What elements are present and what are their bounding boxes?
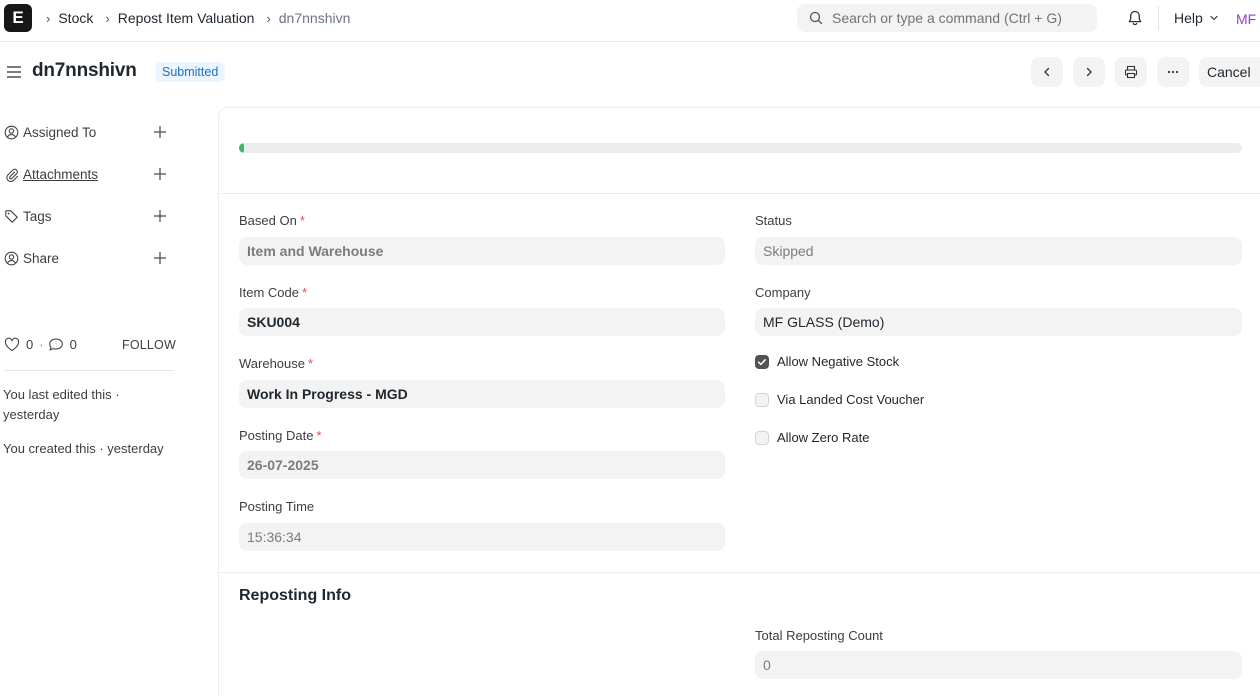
activity-last-edited: You last edited this · yesterday <box>3 387 120 422</box>
app-logo[interactable]: E <box>4 4 32 32</box>
allow-negative-stock-label: Allow Negative Stock <box>777 354 900 369</box>
help-dropdown[interactable]: Help <box>1174 10 1219 26</box>
total-reposting-count-label: Total Reposting Count <box>755 628 883 643</box>
notifications-bell-icon[interactable] <box>1126 9 1144 30</box>
navbar-divider <box>1158 6 1159 30</box>
share-user-icon <box>4 251 19 265</box>
sidebar-item-label: Tags <box>23 208 52 224</box>
chevron-right-icon: › <box>46 10 51 26</box>
sidebar-divider <box>4 370 174 371</box>
breadcrumb-repost-item-valuation[interactable]: Repost Item Valuation <box>118 10 255 26</box>
item-code-label: Item Code * <box>239 285 308 300</box>
sidebar-item-label: Share <box>23 250 60 266</box>
chevron-down-icon <box>1210 15 1218 21</box>
sidebar-toggle-icon[interactable] <box>6 64 22 83</box>
allow-zero-rate-checkbox[interactable] <box>755 431 769 445</box>
warehouse-field[interactable]: Work In Progress - MGD <box>239 380 725 408</box>
tag-icon <box>5 209 18 223</box>
social-stats: 0 · 0 <box>4 337 83 352</box>
heart-icon[interactable] <box>4 337 20 352</box>
item-code-field[interactable]: SKU004 <box>239 308 725 336</box>
allow-zero-rate-label: Allow Zero Rate <box>777 430 870 445</box>
comments-count: 0 <box>69 337 77 352</box>
add-attachment-plus-icon[interactable] <box>152 166 168 182</box>
cancel-button[interactable]: Cancel <box>1199 57 1260 87</box>
breadcrumb-current[interactable]: dn7nnshivn <box>279 10 351 26</box>
help-label: Help <box>1174 10 1203 26</box>
search-input[interactable]: Search or type a command (Ctrl + G) <box>797 4 1097 32</box>
paperclip-icon <box>6 168 19 182</box>
status-badge: Submitted <box>155 62 226 82</box>
checkmark-icon <box>757 359 766 366</box>
search-icon <box>809 11 823 25</box>
based-on-label: Based On * <box>239 213 305 228</box>
follow-button[interactable]: FOLLOW <box>122 338 176 352</box>
chevron-right-icon: › <box>105 10 110 26</box>
chevron-left-icon <box>1044 67 1050 77</box>
navbar: E › Stock › Repost Item Valuation › dn7n… <box>0 0 1260 42</box>
posting-time-label: Posting Time <box>239 499 315 514</box>
via-landed-cost-voucher-checkbox[interactable] <box>755 393 769 407</box>
posting-date-field[interactable]: 26-07-2025 <box>239 451 725 479</box>
section-title-reposting-info[interactable]: Reposting Info <box>239 587 351 605</box>
breadcrumb-stock[interactable]: Stock <box>58 10 93 26</box>
progress-bar <box>239 143 1242 153</box>
progress-bar-fill <box>239 143 244 153</box>
sidebar-item-tags[interactable]: Tags <box>4 206 52 226</box>
based-on-field[interactable]: Item and Warehouse <box>239 237 725 265</box>
print-button[interactable] <box>1115 57 1147 87</box>
add-share-plus-icon[interactable] <box>152 250 168 266</box>
chevron-right-icon: › <box>266 10 271 26</box>
status-field[interactable]: Skipped <box>755 237 1242 265</box>
activity-created: You created this · yesterday <box>3 441 164 456</box>
add-tag-plus-icon[interactable] <box>152 208 168 224</box>
posting-time-field[interactable]: 15:36:34 <box>239 523 725 551</box>
warehouse-label: Warehouse * <box>239 356 314 371</box>
next-doc-button[interactable] <box>1073 57 1105 87</box>
page-title: dn7nnshivn <box>32 60 137 81</box>
chevron-right-icon <box>1086 67 1092 77</box>
total-reposting-count-field[interactable]: 0 <box>755 651 1242 679</box>
sidebar-item-label: Assigned To <box>23 124 97 140</box>
breadcrumb: › Stock › Repost Item Valuation › dn7nns… <box>46 0 362 36</box>
ellipsis-icon <box>1167 70 1179 74</box>
allow-negative-stock-checkbox[interactable] <box>755 355 769 369</box>
section-divider <box>219 572 1260 573</box>
avatar[interactable]: MF <box>1232 6 1260 32</box>
dot-separator: · <box>39 337 44 352</box>
previous-doc-button[interactable] <box>1031 57 1063 87</box>
search-placeholder: Search or type a command (Ctrl + G) <box>832 10 1062 26</box>
more-actions-button[interactable] <box>1157 57 1189 87</box>
sidebar-item-assigned-to[interactable]: Assigned To <box>4 122 96 142</box>
add-assignee-plus-icon[interactable] <box>152 124 168 140</box>
sidebar-item-label: Attachments <box>23 166 99 182</box>
sidebar-item-share[interactable]: Share <box>4 248 59 268</box>
via-landed-cost-voucher-label: Via Landed Cost Voucher <box>777 392 925 407</box>
company-label: Company <box>755 285 811 300</box>
posting-date-label: Posting Date * <box>239 428 322 443</box>
printer-icon <box>1124 65 1138 79</box>
section-divider <box>219 193 1260 194</box>
comment-icon[interactable] <box>48 337 64 352</box>
likes-count: 0 <box>26 337 34 352</box>
status-label: Status <box>755 213 792 228</box>
company-field[interactable]: MF GLASS (Demo) <box>755 308 1242 336</box>
sidebar-item-attachments[interactable]: Attachments <box>4 164 98 184</box>
assign-user-icon <box>4 125 19 139</box>
